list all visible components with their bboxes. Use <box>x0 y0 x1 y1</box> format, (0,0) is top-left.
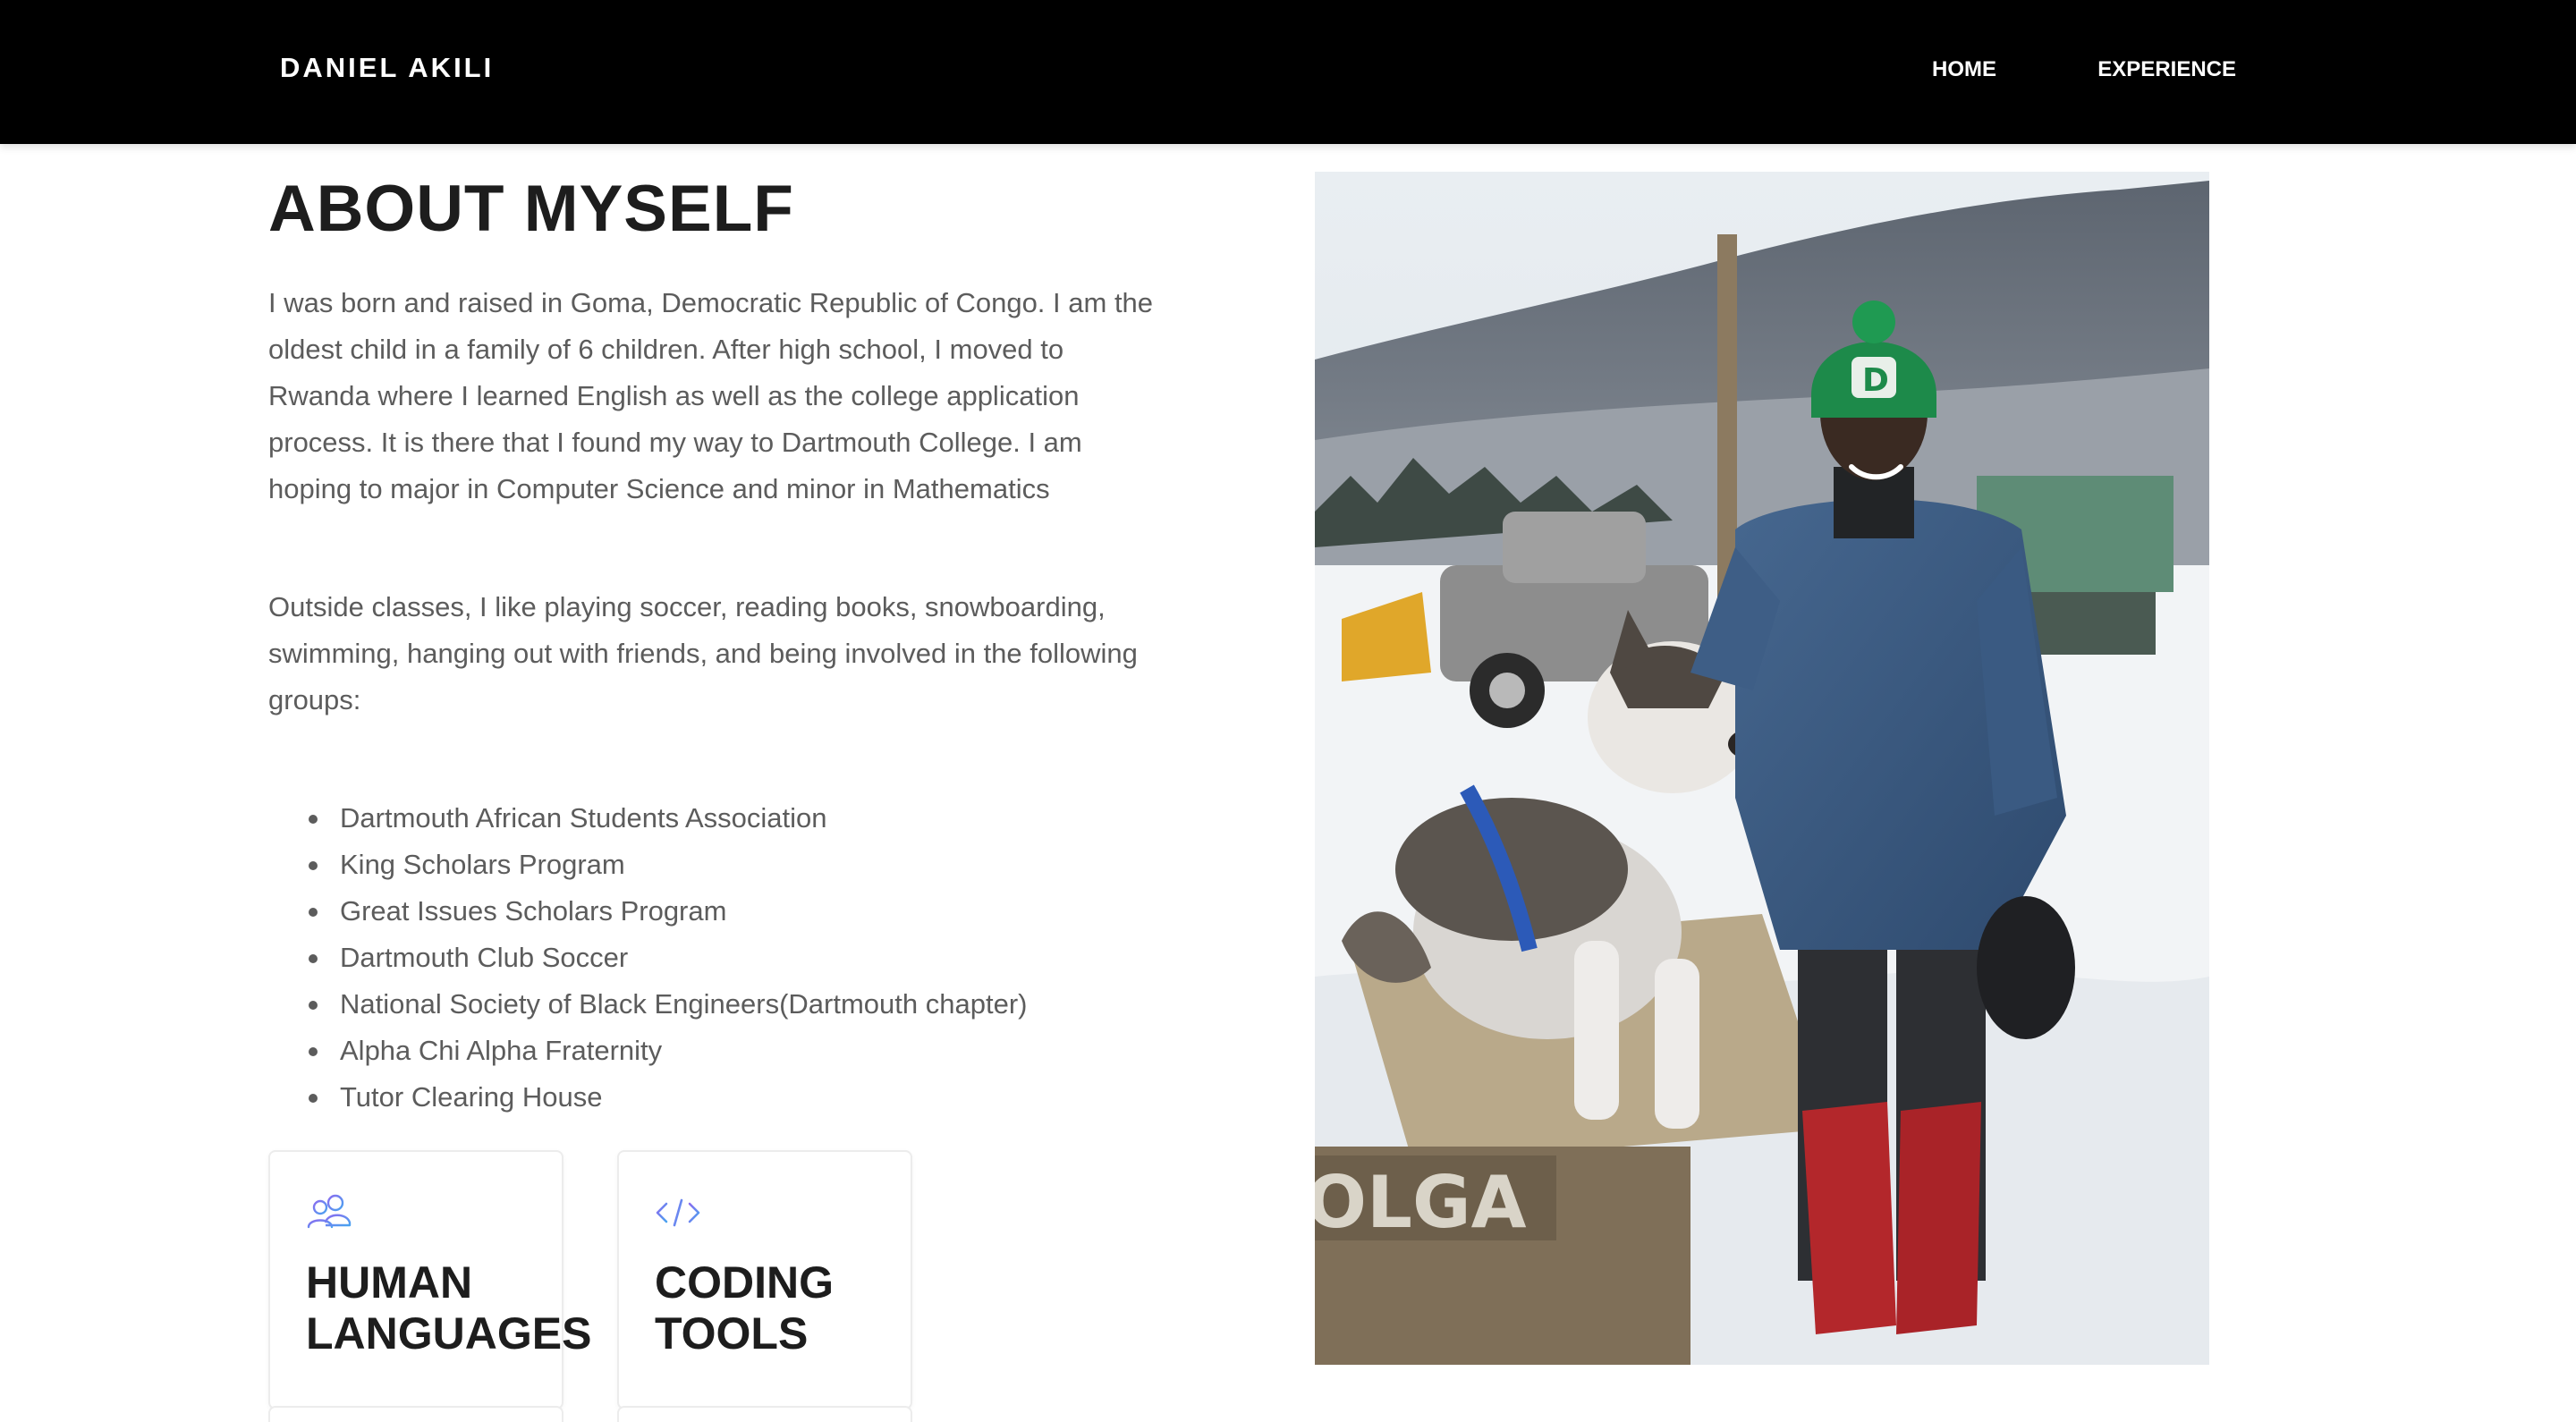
list-item: Tutor Clearing House <box>268 1074 1154 1121</box>
hat-letter: D <box>1862 362 1889 399</box>
hobbies-paragraph: Outside classes, I like playing soccer, … <box>268 591 1138 715</box>
photo-illustration: OLGA D <box>1315 172 2209 1365</box>
nav-experience-link[interactable]: EXPERIENCE <box>2097 55 2236 84</box>
main-nav: HOME EXPERIENCE <box>1932 54 2236 86</box>
nav-home-link[interactable]: HOME <box>1932 55 1996 84</box>
list-item: Dartmouth African Students Association <box>268 795 1154 842</box>
card-title: HUMAN LANGUAGES <box>306 1257 592 1359</box>
coding-tools-card[interactable]: CODING TOOLS <box>617 1150 912 1409</box>
page: DANIEL AKILI HOME EXPERIENCE ABOUT MYSEL… <box>0 0 2576 1422</box>
list-item: King Scholars Program <box>268 842 1154 888</box>
profile-photo: OLGA D <box>1315 172 2209 1365</box>
card-partial <box>268 1406 564 1422</box>
bio-paragraph: I was born and raised in Goma, Democrati… <box>268 287 1154 504</box>
card-partial <box>617 1406 912 1422</box>
human-languages-card[interactable]: HUMAN LANGUAGES <box>268 1150 592 1409</box>
card-title: CODING TOOLS <box>655 1257 834 1359</box>
groups-list: Dartmouth African Students Association K… <box>268 795 1154 1121</box>
sign-text: OLGA <box>1315 1161 1527 1244</box>
list-item: Dartmouth Club Soccer <box>268 935 1154 981</box>
list-item: National Society of Black Engineers(Dart… <box>268 981 1154 1028</box>
list-item: Great Issues Scholars Program <box>268 888 1154 935</box>
site-header: DANIEL AKILI HOME EXPERIENCE <box>0 0 2576 144</box>
people-icon <box>307 1194 352 1229</box>
code-icon <box>656 1198 700 1227</box>
list-item: Alpha Chi Alpha Fraternity <box>268 1028 1154 1074</box>
page-title: ABOUT MYSELF <box>268 173 794 245</box>
site-brand[interactable]: DANIEL AKILI <box>280 52 494 84</box>
